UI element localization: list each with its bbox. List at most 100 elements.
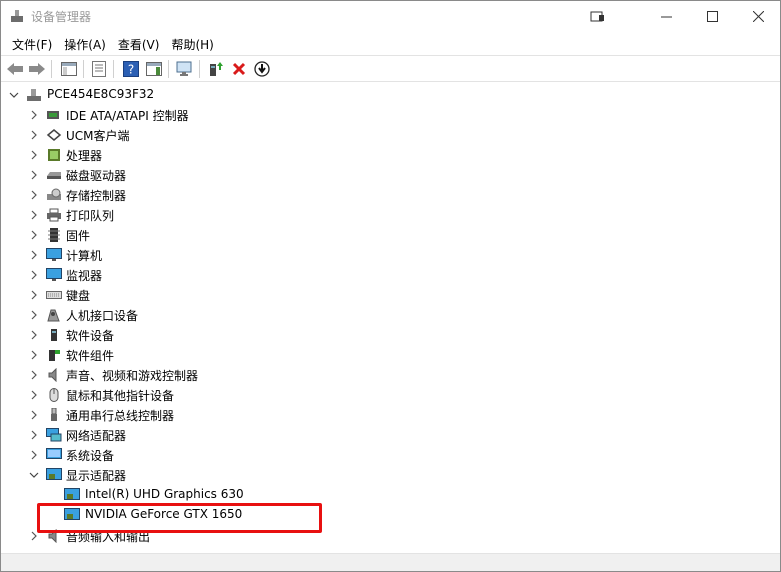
- menu-file[interactable]: 文件(F): [6, 33, 58, 55]
- chevron-right-icon[interactable]: [28, 169, 40, 181]
- down-arrow-circle-icon: [254, 61, 270, 77]
- chevron-right-icon[interactable]: [28, 109, 40, 121]
- tree-item-label: 键盘: [66, 289, 91, 303]
- tree-item-label: 计算机: [66, 249, 103, 263]
- window-title: 设备管理器: [31, 10, 92, 24]
- ide-controller-icon: [47, 111, 59, 119]
- properties-button[interactable]: [89, 59, 109, 79]
- usb-icon: [51, 408, 57, 421]
- chevron-right-icon[interactable]: [28, 249, 40, 261]
- minimize-icon: [660, 16, 672, 18]
- chevron-right-icon[interactable]: [28, 349, 40, 361]
- tree-item-computer[interactable]: 计算机: [1, 245, 780, 265]
- back-arrow-icon: [7, 63, 23, 75]
- software-device-icon: [51, 329, 57, 341]
- software-component-icon: [49, 350, 60, 361]
- maximize-button[interactable]: [689, 1, 735, 32]
- tree-item-system[interactable]: 系统设备: [1, 445, 780, 465]
- tree-item-label: 处理器: [66, 149, 103, 163]
- chevron-right-icon[interactable]: [28, 289, 40, 301]
- chevron-right-icon[interactable]: [28, 389, 40, 401]
- uninstall-device-button[interactable]: [229, 59, 249, 79]
- help-icon: ?: [123, 61, 139, 77]
- svg-text:?: ?: [128, 63, 134, 77]
- tree-item-storage[interactable]: 存储控制器: [1, 185, 780, 205]
- window-mode-icon: [590, 11, 604, 21]
- title-bar: 设备管理器: [1, 1, 780, 32]
- tree-item-label: 显示适配器: [66, 469, 127, 483]
- chevron-right-icon[interactable]: [28, 329, 40, 341]
- tree-item-label: 软件组件: [66, 349, 115, 363]
- tree-item-ide[interactable]: IDE ATA/ATAPI 控制器: [1, 105, 780, 125]
- red-x-icon: [232, 62, 246, 76]
- tree-item-network[interactable]: 网络适配器: [1, 425, 780, 445]
- tree-item-label: 网络适配器: [66, 429, 127, 443]
- menu-view[interactable]: 查看(V): [112, 33, 166, 55]
- chevron-right-icon[interactable]: [28, 309, 40, 321]
- chevron-right-icon[interactable]: [28, 269, 40, 281]
- back-button[interactable]: [5, 59, 25, 79]
- device-intel-uhd-630[interactable]: Intel(R) UHD Graphics 630: [1, 485, 780, 505]
- tree-item-label: 磁盘驱动器: [66, 169, 127, 183]
- update-driver-button[interactable]: [206, 59, 226, 79]
- help-button[interactable]: ?: [121, 59, 141, 79]
- close-button[interactable]: [735, 1, 780, 32]
- tree-item-software-component[interactable]: 软件组件: [1, 345, 780, 365]
- tree-item-label: 声音、视频和游戏控制器: [66, 369, 199, 383]
- forward-button[interactable]: [27, 59, 47, 79]
- hid-icon: [47, 309, 60, 322]
- tree-item-label: 监视器: [66, 269, 103, 283]
- disk-drive-icon: [47, 172, 61, 179]
- toolbar-separator: [113, 60, 114, 78]
- tree-item-disk[interactable]: 磁盘驱动器: [1, 165, 780, 185]
- toolbar-separator: [168, 60, 169, 78]
- chevron-down-icon[interactable]: [28, 469, 40, 481]
- tree-item-print-queue[interactable]: 打印队列: [1, 205, 780, 225]
- chevron-right-icon[interactable]: [28, 129, 40, 141]
- menu-action[interactable]: 操作(A): [58, 33, 112, 55]
- disable-device-button[interactable]: [252, 59, 272, 79]
- ucm-client-icon: [46, 129, 62, 141]
- close-icon: [752, 11, 764, 22]
- chevron-right-icon[interactable]: [28, 209, 40, 221]
- show-hide-tree-button[interactable]: [59, 59, 79, 79]
- monitor-icon: [46, 268, 62, 281]
- tree-item-usb[interactable]: 通用串行总线控制器: [1, 405, 780, 425]
- tree-item-ucm[interactable]: UCM客户端: [1, 125, 780, 145]
- chevron-right-icon[interactable]: [28, 229, 40, 241]
- tree-item-keyboard[interactable]: 键盘: [1, 285, 780, 305]
- toolbar-separator: [51, 60, 52, 78]
- scan-hardware-button[interactable]: [175, 59, 195, 79]
- menu-help[interactable]: 帮助(H): [165, 33, 219, 55]
- tree-item-sound[interactable]: 声音、视频和游戏控制器: [1, 365, 780, 385]
- processor-icon: [48, 149, 60, 161]
- chevron-right-icon[interactable]: [28, 409, 40, 421]
- tree-item-mouse[interactable]: 鼠标和其他指针设备: [1, 385, 780, 405]
- computer-icon: [46, 248, 62, 261]
- printer-icon: [47, 208, 61, 222]
- display-adapter-icon: [64, 488, 80, 500]
- tree-item-display-adapter[interactable]: 显示适配器: [1, 465, 780, 485]
- tree-item-monitor[interactable]: 监视器: [1, 265, 780, 285]
- chevron-right-icon[interactable]: [28, 449, 40, 461]
- tree-root[interactable]: PCE454E8C93F32: [1, 85, 780, 105]
- horizontal-scrollbar[interactable]: [1, 553, 780, 571]
- chevron-right-icon[interactable]: [28, 429, 40, 441]
- tree-item-processor[interactable]: 处理器: [1, 145, 780, 165]
- tree-item-label: 存储控制器: [66, 189, 127, 203]
- sound-icon: [48, 368, 57, 382]
- chevron-right-icon[interactable]: [28, 149, 40, 161]
- tree-item-software-device[interactable]: 软件设备: [1, 325, 780, 345]
- tree-item-firmware[interactable]: 固件: [1, 225, 780, 245]
- keyboard-icon: [46, 291, 62, 299]
- minimize-button[interactable]: [643, 1, 689, 32]
- action-pane-button[interactable]: [144, 59, 164, 79]
- tree-item-hid[interactable]: 人机接口设备: [1, 305, 780, 325]
- chevron-right-icon[interactable]: [28, 369, 40, 381]
- update-driver-icon: [210, 62, 223, 76]
- chevron-down-icon[interactable]: [8, 89, 20, 101]
- system-device-icon: [46, 448, 62, 459]
- tablet-mode-button[interactable]: [575, 1, 621, 32]
- device-manager-app-icon: [11, 10, 23, 22]
- chevron-right-icon[interactable]: [28, 189, 40, 201]
